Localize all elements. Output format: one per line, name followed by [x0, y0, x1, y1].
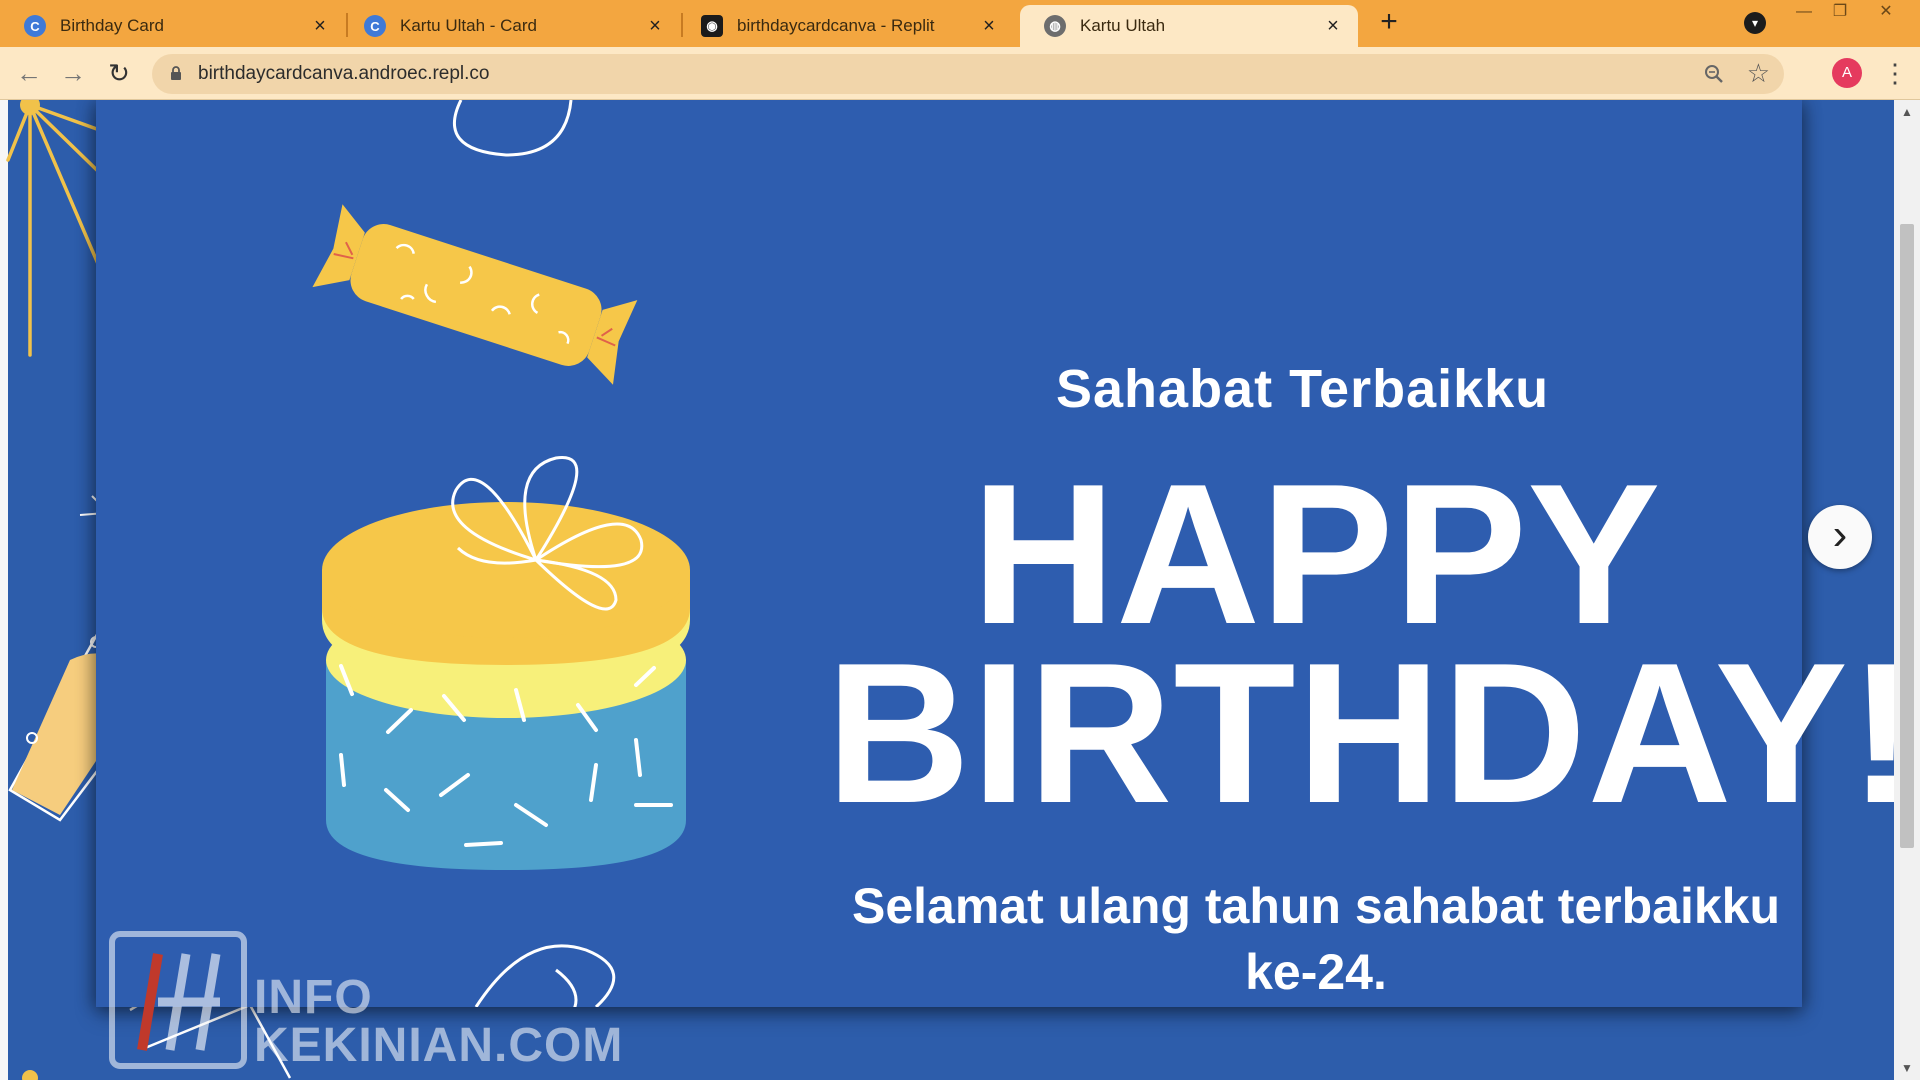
tab-search-icon[interactable]: ▾ — [1744, 12, 1766, 34]
watermark-logo-icon — [109, 931, 247, 1069]
tab-kartu-ultah[interactable]: ◍ Kartu Ultah × — [1020, 5, 1358, 47]
zoom-icon[interactable] — [1702, 62, 1726, 86]
browser-window: C Birthday Card × C Kartu Ultah - Card ×… — [0, 0, 1920, 1080]
card-subtitle: Sahabat Terbaikku — [1056, 359, 1550, 419]
watermark: INFO KEKINIAN.COM — [108, 930, 622, 1072]
restore-icon[interactable]: ❐ — [1822, 0, 1858, 24]
candy-icon — [312, 204, 638, 385]
gift-box-icon — [322, 455, 690, 870]
watermark-line2: KEKINIAN.COM — [254, 1019, 624, 1072]
new-tab-button[interactable]: + — [1374, 7, 1404, 38]
minimize-icon[interactable]: — — [1786, 0, 1822, 24]
url-text: birthdaycardcanva.androec.repl.co — [198, 63, 490, 84]
lock-icon — [171, 66, 181, 80]
next-slide-button[interactable]: › — [1808, 505, 1872, 569]
browser-toolbar: ← → ↻ birthdaycardcanva.androec.repl.co … — [0, 47, 1920, 100]
tab-kartu-ultah-card[interactable]: C Kartu Ultah - Card × — [340, 5, 680, 47]
chevron-right-icon: › — [1832, 510, 1848, 559]
ribbon-loop-icon — [452, 100, 573, 157]
watermark-line1: INFO — [254, 971, 373, 1024]
forward-icon[interactable]: → — [58, 59, 88, 89]
bookmark-star-icon[interactable]: ☆ — [1747, 59, 1770, 87]
back-icon[interactable]: ← — [14, 59, 44, 89]
scrollbar-thumb[interactable] — [1900, 224, 1914, 848]
tab-birthday-card[interactable]: C Birthday Card × — [0, 5, 345, 47]
page-scrollbar[interactable]: ▲ ▼ — [1894, 100, 1920, 1080]
reload-icon[interactable]: ↻ — [104, 59, 134, 89]
birthday-card: Sahabat Terbaikku HAPPY BIRTHDAY! Selama… — [96, 100, 1916, 1007]
close-icon[interactable]: × — [978, 15, 1000, 37]
page-viewport: Sahabat Terbaikku HAPPY BIRTHDAY! Selama… — [0, 100, 1920, 1080]
close-icon[interactable]: × — [309, 15, 331, 37]
globe-icon: ◍ — [1044, 15, 1066, 37]
tab-strip: C Birthday Card × C Kartu Ultah - Card ×… — [0, 0, 1920, 47]
headline-birthday: BIRTHDAY! — [826, 622, 1917, 845]
window-close-icon[interactable]: ✕ — [1868, 0, 1904, 24]
profile-avatar[interactable]: A — [1832, 58, 1862, 88]
replit-icon: ◉ — [701, 15, 723, 37]
close-icon[interactable]: × — [644, 15, 666, 37]
canva-icon: C — [364, 15, 386, 37]
address-bar[interactable]: birthdaycardcanva.androec.repl.co ☆ — [152, 54, 1784, 94]
close-icon[interactable]: × — [1322, 15, 1344, 37]
scroll-up-arrow-icon[interactable]: ▲ — [1894, 100, 1920, 124]
tab-replit[interactable]: ◉ birthdaycardcanva - Replit × — [677, 5, 1014, 47]
scroll-down-arrow-icon[interactable]: ▼ — [1894, 1056, 1920, 1080]
card-message: Selamat ulang tahun sahabat terbaikku ke… — [851, 878, 1781, 1000]
canva-icon: C — [24, 15, 46, 37]
kebab-menu-icon[interactable]: ⋮ — [1882, 59, 1908, 89]
